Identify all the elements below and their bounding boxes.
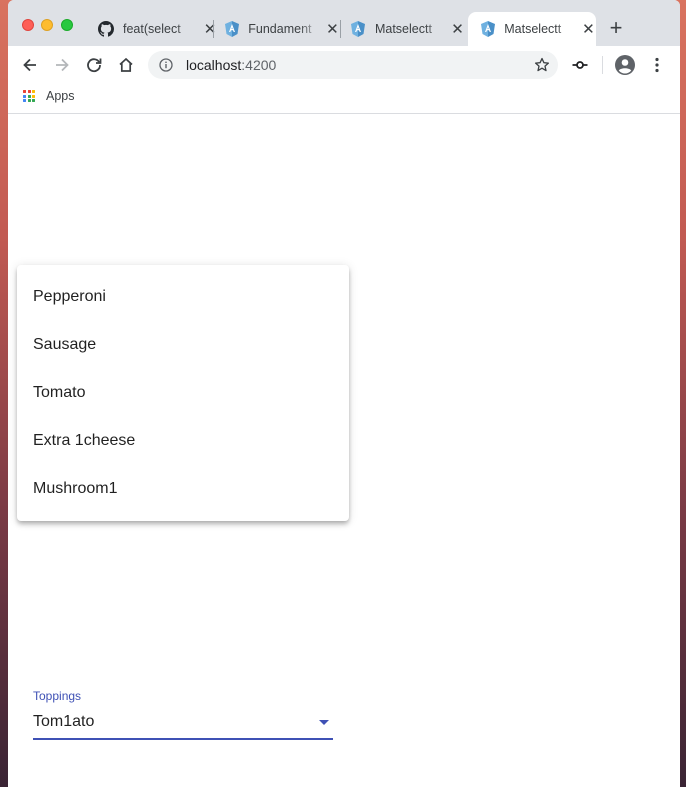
reload-button[interactable] [82, 53, 106, 77]
url-text: localhost:4200 [186, 57, 276, 73]
tab-strip: feat(select ✕ Fundament ✕ Matselectt ✕ M… [8, 0, 680, 46]
angular-icon [351, 21, 366, 37]
minimize-window-button[interactable] [41, 19, 53, 31]
address-bar[interactable]: localhost:4200 [148, 51, 558, 79]
tab-title: Fundament [248, 22, 312, 36]
home-icon [119, 57, 133, 72]
toppings-label: Toppings [33, 689, 82, 703]
select-value: Tom1ato [33, 713, 95, 730]
dropdown-arrow-icon [319, 720, 329, 725]
apps-shortcut[interactable]: Apps [23, 89, 75, 103]
home-button[interactable] [114, 53, 138, 77]
select-underline [33, 738, 333, 740]
tab-title: Matselectt [504, 22, 562, 36]
select-option[interactable]: Pepperoni [17, 273, 349, 321]
bookmarks-bar: Apps [8, 84, 680, 114]
reload-icon [87, 58, 102, 73]
select-option[interactable]: Tomato [17, 369, 349, 417]
menu-button[interactable] [645, 53, 669, 77]
select-options-panel: Pepperoni Sausage Tomato Extra 1cheese M… [17, 265, 349, 521]
back-button[interactable] [18, 53, 42, 77]
tab-title: feat(select [123, 22, 181, 36]
toppings-select[interactable]: Tom1ato [33, 710, 333, 734]
page-content: Pepperoni Sausage Tomato Extra 1cheese M… [8, 115, 680, 787]
url-port: :4200 [241, 57, 277, 73]
apps-grid-icon [23, 90, 35, 102]
commit-icon [572, 61, 588, 69]
browser-tab-3[interactable]: Matselectt ✕ [341, 12, 465, 46]
profile-button[interactable] [613, 53, 637, 77]
forward-arrow-icon [56, 58, 69, 72]
new-tab-button[interactable]: + [605, 17, 627, 39]
close-icon[interactable]: ✕ [450, 21, 465, 38]
more-vert-icon [655, 57, 659, 73]
close-icon[interactable]: ✕ [581, 21, 596, 38]
close-window-button[interactable] [22, 19, 34, 31]
toolbar-divider [602, 56, 603, 74]
angular-icon [224, 21, 239, 37]
angular-icon [480, 21, 495, 37]
info-icon [159, 58, 173, 72]
browser-tab-1[interactable]: feat(select ✕ [88, 12, 218, 46]
select-option[interactable]: Extra 1cheese [17, 417, 349, 465]
browser-tab-2[interactable]: Fundament ✕ [214, 12, 340, 46]
toppings-form-field: Toppings Tom1ato [33, 689, 333, 740]
github-icon [98, 21, 114, 37]
url-host: localhost [186, 57, 242, 73]
select-option[interactable]: Sausage [17, 321, 349, 369]
maximize-window-button[interactable] [61, 19, 73, 31]
extension-button[interactable] [568, 53, 592, 77]
apps-label: Apps [46, 89, 75, 103]
back-arrow-icon [23, 58, 36, 72]
close-icon[interactable]: ✕ [325, 21, 340, 38]
tab-title: Matselectt [374, 22, 432, 36]
account-icon [615, 55, 635, 75]
forward-button[interactable] [50, 53, 74, 77]
browser-tab-active[interactable]: Matselectt ✕ [468, 12, 596, 46]
browser-toolbar: localhost:4200 [8, 46, 680, 84]
select-option[interactable]: Mushroom1 [17, 465, 349, 513]
bookmark-star-icon[interactable] [534, 57, 550, 73]
browser-window: feat(select ✕ Fundament ✕ Matselectt ✕ M… [8, 0, 680, 787]
